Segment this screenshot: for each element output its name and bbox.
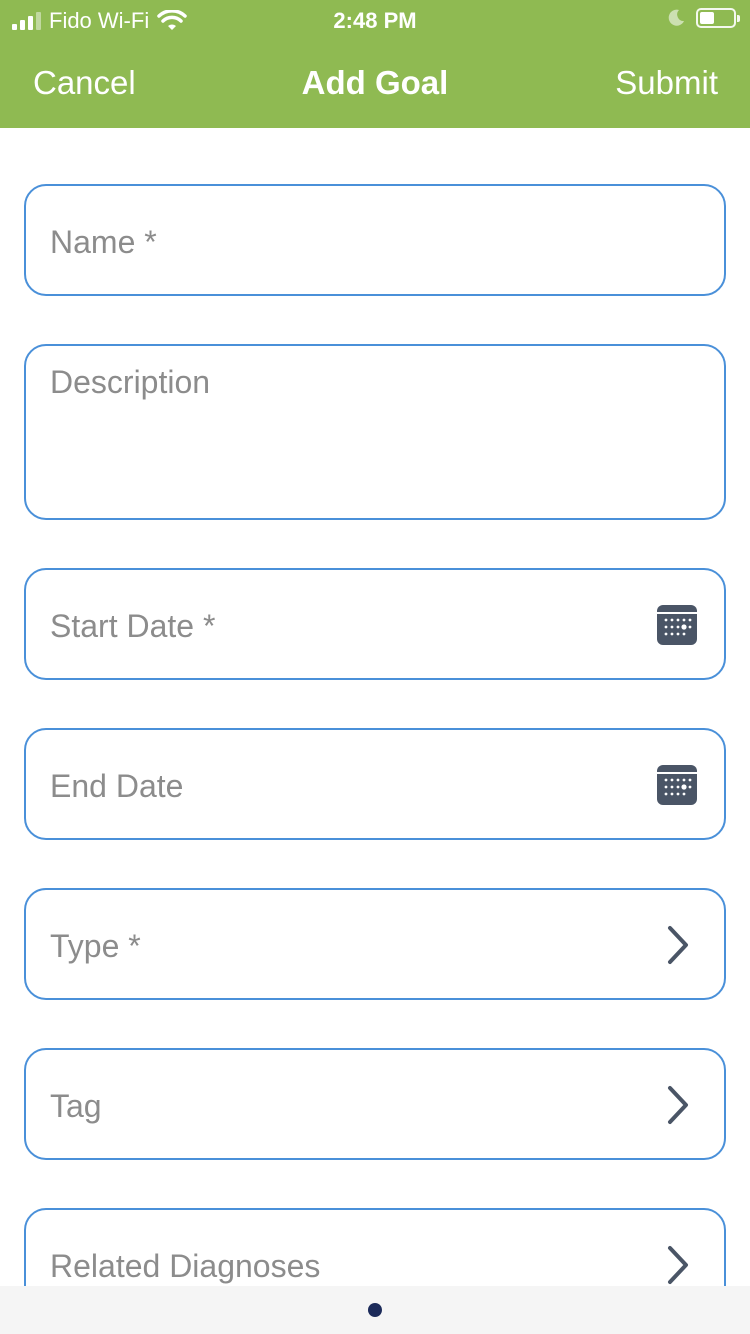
start-date-field[interactable]: Start Date * bbox=[24, 568, 726, 680]
status-bar: Fido Wi-Fi 2:48 PM bbox=[0, 0, 750, 40]
tag-placeholder: Tag bbox=[50, 1088, 102, 1124]
start-date-placeholder: Start Date * bbox=[50, 608, 216, 644]
calendar-icon[interactable] bbox=[656, 764, 698, 806]
description-field[interactable]: Description bbox=[24, 344, 726, 520]
header: Fido Wi-Fi 2:48 PM Cancel Add Goal Submi… bbox=[0, 0, 750, 128]
type-placeholder: Type * bbox=[50, 928, 141, 964]
chevron-right-icon bbox=[668, 1246, 688, 1284]
name-placeholder: Name * bbox=[50, 224, 157, 260]
end-date-field[interactable]: End Date bbox=[24, 728, 726, 840]
name-field[interactable]: Name * bbox=[24, 184, 726, 296]
status-right bbox=[666, 8, 740, 28]
related-diagnoses-placeholder: Related Diagnoses bbox=[50, 1248, 321, 1284]
type-field[interactable]: Type * bbox=[24, 888, 726, 1000]
bottom-bar bbox=[0, 1286, 750, 1334]
chevron-right-icon bbox=[668, 1086, 688, 1124]
page-indicator-dot bbox=[368, 1303, 382, 1317]
moon-icon bbox=[668, 9, 684, 26]
end-date-placeholder: End Date bbox=[50, 768, 184, 804]
tag-field[interactable]: Tag bbox=[24, 1048, 726, 1160]
submit-button[interactable]: Submit bbox=[615, 64, 718, 102]
add-goal-screen: Fido Wi-Fi 2:48 PM Cancel Add Goal Submi… bbox=[0, 0, 750, 1334]
battery-icon bbox=[696, 8, 740, 28]
description-placeholder: Description bbox=[50, 364, 211, 400]
calendar-icon[interactable] bbox=[656, 604, 698, 646]
nav-bar: Cancel Add Goal Submit bbox=[0, 44, 750, 124]
chevron-right-icon bbox=[668, 926, 688, 964]
clock: 2:48 PM bbox=[333, 8, 417, 33]
